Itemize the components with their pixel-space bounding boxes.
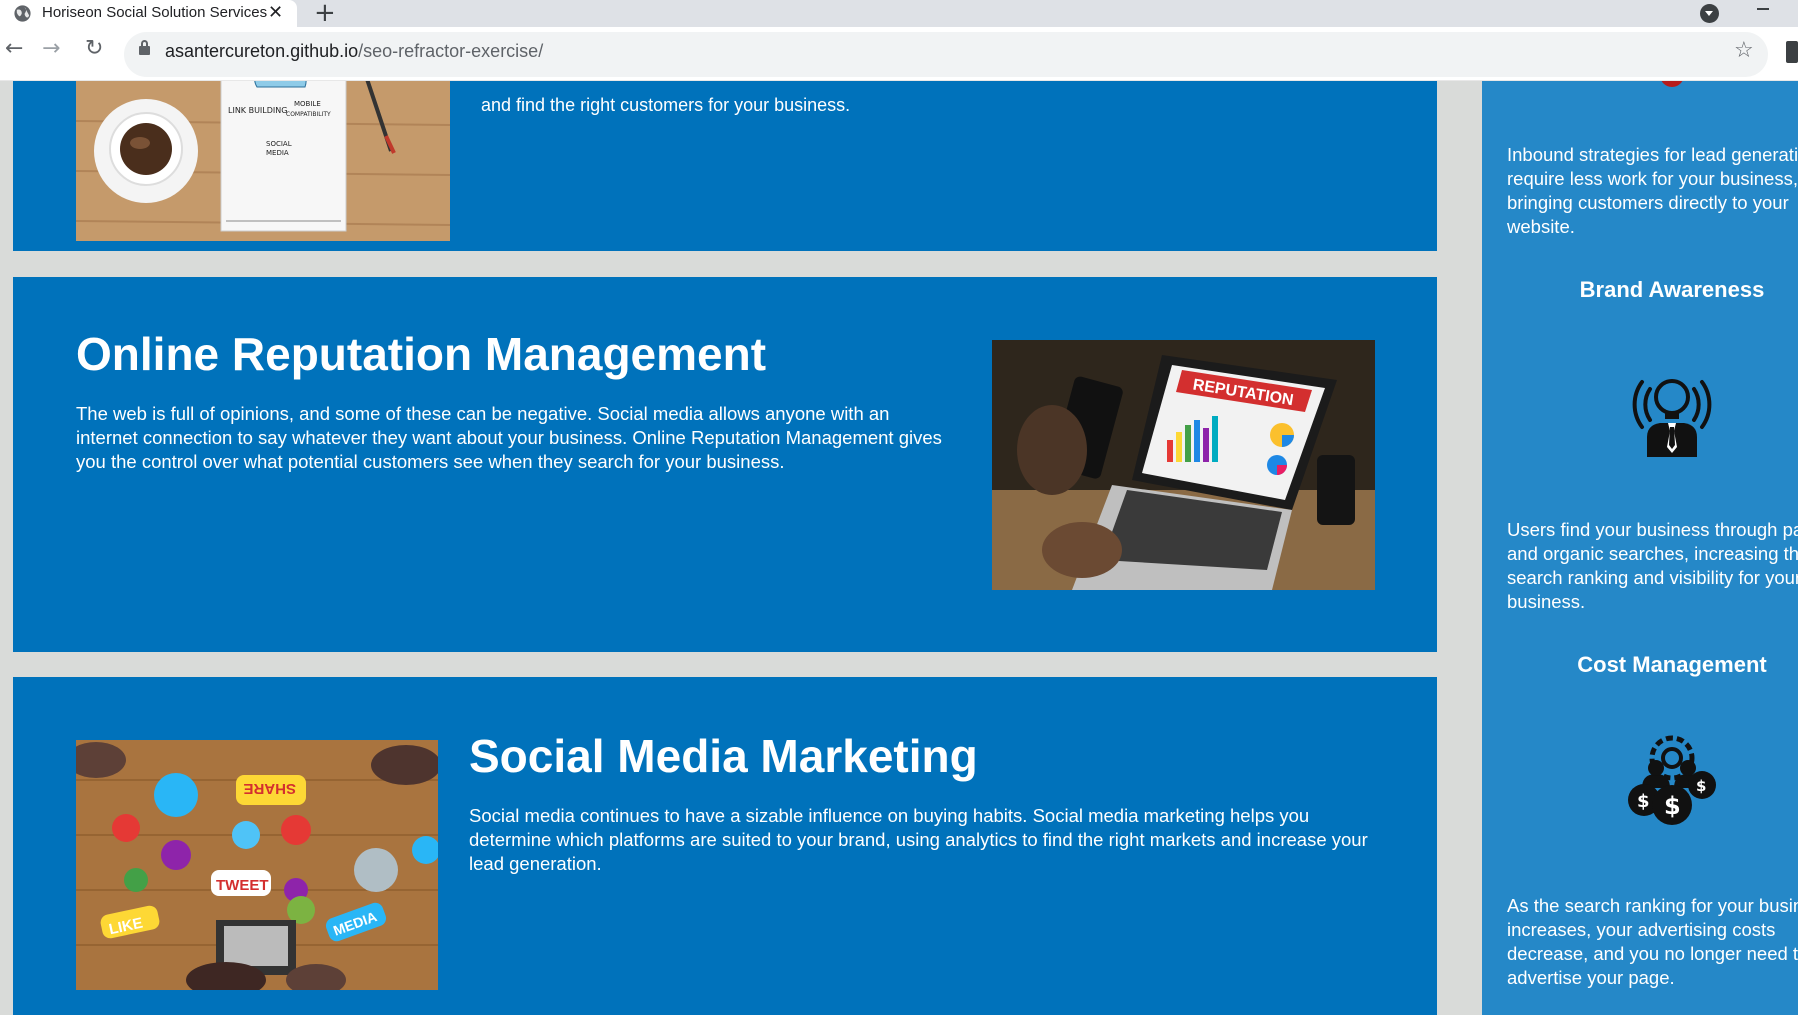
svg-text:MEDIA: MEDIA bbox=[266, 149, 289, 157]
tab-bar: Horiseon Social Solution Services ✕ + bbox=[0, 0, 1798, 28]
social-media-section: SHARE TWEET LIKE MEDIA Social Media Mark… bbox=[13, 677, 1437, 1015]
seo-section: LINK BUILDING MOBILE COMPATIBILITY SOCIA… bbox=[13, 81, 1437, 251]
tab-search-icon[interactable] bbox=[1700, 4, 1719, 23]
lead-generation-icon bbox=[1660, 81, 1684, 87]
lead-generation-text: Inbound strategies for lead generation r… bbox=[1507, 144, 1798, 237]
globe-icon bbox=[13, 4, 32, 23]
online-reputation-section: Online Reputation Management The web is … bbox=[13, 277, 1437, 652]
svg-text:TWEET: TWEET bbox=[216, 877, 269, 894]
browser-tab[interactable]: Horiseon Social Solution Services ✕ bbox=[0, 0, 297, 27]
address-bar[interactable]: asantercureton.github.io/seo-refractor-e… bbox=[124, 32, 1768, 77]
extensions-icon[interactable] bbox=[1786, 41, 1798, 63]
seo-image: LINK BUILDING MOBILE COMPATIBILITY SOCIA… bbox=[76, 81, 450, 241]
orm-image: REPUTATION bbox=[992, 340, 1375, 590]
lock-icon[interactable] bbox=[139, 40, 150, 55]
svg-text:$: $ bbox=[1664, 792, 1681, 820]
brand-awareness-text: Users find your business through paid an… bbox=[1507, 519, 1798, 612]
url-text[interactable]: asantercureton.github.io/seo-refractor-e… bbox=[165, 41, 543, 62]
orm-heading: Online Reputation Management bbox=[76, 328, 767, 380]
reload-button[interactable]: ↻ bbox=[85, 36, 103, 61]
cost-management-heading: Cost Management bbox=[1577, 652, 1767, 677]
svg-text:MOBILE: MOBILE bbox=[294, 100, 321, 108]
minimize-window-button[interactable] bbox=[1757, 8, 1769, 10]
bookmark-star-icon[interactable]: ☆ bbox=[1734, 38, 1754, 63]
orm-paragraph: The web is full of opinions, and some of… bbox=[76, 403, 942, 472]
svg-text:$: $ bbox=[1637, 791, 1650, 812]
smm-image: SHARE TWEET LIKE MEDIA bbox=[76, 740, 438, 990]
svg-text:LINK BUILDING: LINK BUILDING bbox=[228, 106, 287, 115]
new-tab-button[interactable]: + bbox=[314, 0, 336, 28]
people-gear-dollar-icon: $ $ $ bbox=[1622, 730, 1722, 830]
back-button[interactable]: ← bbox=[5, 36, 23, 61]
benefits-sidebar: Inbound strategies for lead generation r… bbox=[1482, 81, 1798, 1015]
page-viewport[interactable]: LINK BUILDING MOBILE COMPATIBILITY SOCIA… bbox=[0, 81, 1798, 1015]
svg-text:SHARE: SHARE bbox=[243, 780, 296, 797]
forward-button[interactable]: → bbox=[42, 36, 60, 61]
browser-toolbar: ← → ↻ asantercureton.github.io/seo-refra… bbox=[0, 27, 1798, 81]
brand-awareness-heading: Brand Awareness bbox=[1579, 277, 1765, 302]
svg-text:$: $ bbox=[1696, 777, 1706, 795]
svg-text:COMPATIBILITY: COMPATIBILITY bbox=[286, 111, 331, 118]
smm-paragraph: Social media continues to have a sizable… bbox=[469, 805, 1368, 874]
cost-management-text: As the search ranking for your business … bbox=[1507, 895, 1798, 988]
tab-title: Horiseon Social Solution Services bbox=[42, 4, 268, 21]
lightbulb-person-icon bbox=[1622, 357, 1722, 457]
svg-text:SOCIAL: SOCIAL bbox=[266, 140, 292, 148]
smm-heading: Social Media Marketing bbox=[469, 730, 978, 782]
seo-text-tail: and find the right customers for your bu… bbox=[481, 95, 851, 115]
close-tab-icon[interactable]: ✕ bbox=[268, 2, 283, 23]
